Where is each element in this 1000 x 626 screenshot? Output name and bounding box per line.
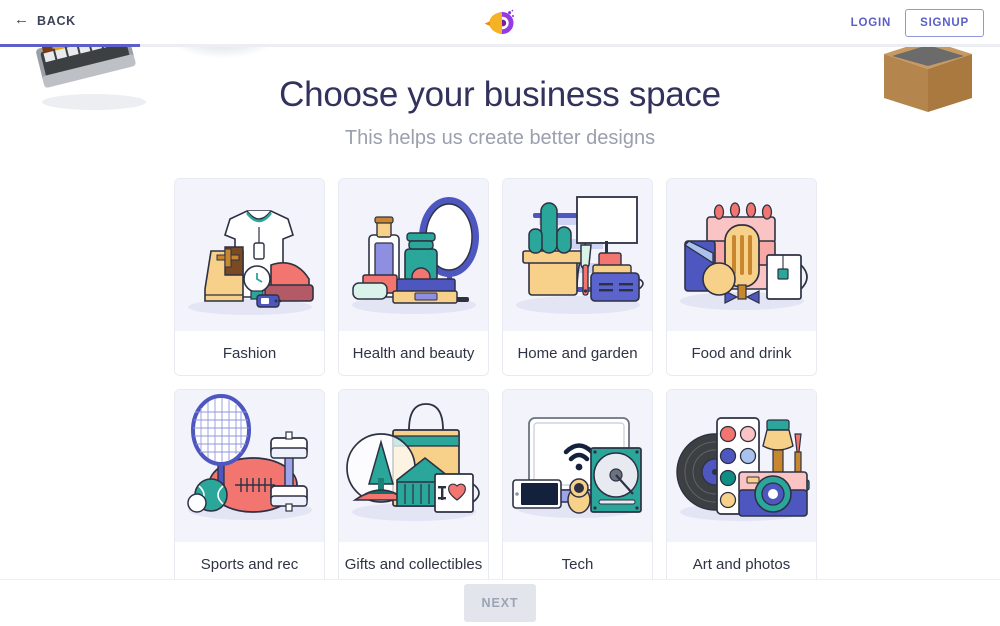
card-food-and-drink[interactable]: Food and drink	[666, 178, 817, 376]
card-label: Tech	[503, 542, 652, 579]
back-button-label: BACK	[37, 13, 76, 28]
card-label: Gifts and collectibles	[339, 542, 488, 579]
card-label: Health and beauty	[339, 331, 488, 375]
page-title: Choose your business space	[279, 75, 721, 114]
card-health-and-beauty[interactable]: Health and beauty	[338, 178, 489, 376]
footer-bar: NEXT	[0, 579, 1000, 626]
home-garden-illustration	[503, 179, 652, 331]
card-label: Home and garden	[503, 331, 652, 375]
tech-illustration	[503, 390, 652, 542]
signup-button[interactable]: SIGNUP	[905, 9, 984, 37]
card-art-and-photos[interactable]: Art and photos	[666, 389, 817, 579]
back-button[interactable]: ← BACK	[14, 11, 76, 28]
health-beauty-illustration	[339, 179, 488, 331]
card-tech[interactable]: Tech	[502, 389, 653, 579]
gifts-collectibles-illustration	[339, 390, 488, 542]
card-label: Sports and rec	[175, 542, 324, 579]
food-drink-illustration	[667, 179, 816, 331]
card-label: Food and drink	[667, 331, 816, 375]
card-home-and-garden[interactable]: Home and garden	[502, 178, 653, 376]
top-header: ← BACK LOGIN SIGNUP	[0, 0, 1000, 44]
main-content: Choose your business space This helps us…	[0, 47, 1000, 579]
arrow-left-icon: ←	[14, 11, 29, 28]
brand-bird-logo-icon	[484, 9, 514, 34]
card-label: Art and photos	[667, 542, 816, 579]
card-fashion[interactable]: Fashion	[174, 178, 325, 376]
page-subtitle: This helps us create better designs	[344, 127, 656, 149]
header-actions: LOGIN SIGNUP	[851, 9, 984, 37]
card-label: Fashion	[175, 331, 324, 375]
sports-rec-illustration	[175, 390, 324, 542]
next-button[interactable]: NEXT	[464, 584, 536, 622]
login-link[interactable]: LOGIN	[851, 17, 891, 29]
card-gifts-and-collectibles[interactable]: Gifts and collectibles	[338, 389, 489, 579]
art-photos-illustration	[667, 390, 816, 542]
brand-bird-logo[interactable]	[482, 4, 518, 40]
fashion-illustration	[175, 179, 324, 331]
card-sports-and-rec[interactable]: Sports and rec	[174, 389, 325, 579]
business-space-grid: Fashion Health and beauty Home and garde…	[174, 178, 826, 579]
